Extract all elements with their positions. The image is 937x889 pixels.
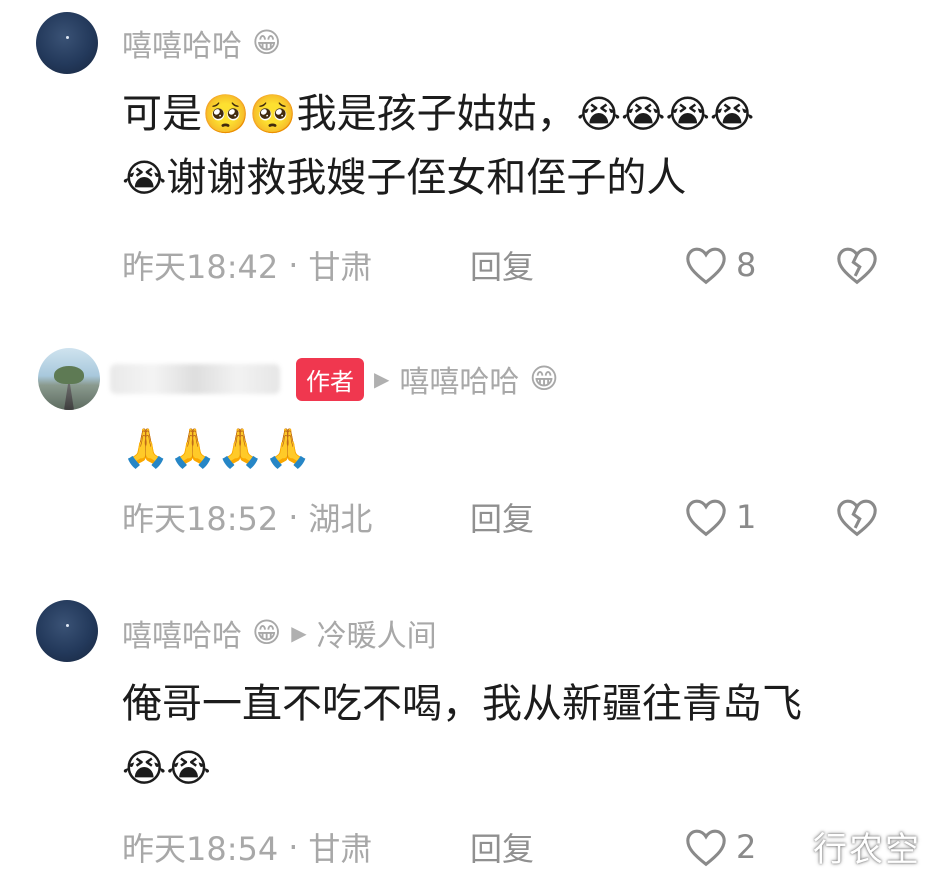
like-count: 2: [736, 828, 757, 866]
separator: ·: [288, 498, 299, 536]
timestamp: 昨天18:54: [122, 830, 279, 868]
separator: ·: [288, 828, 299, 866]
comment-text: 可是🥺🥺我是孩子姑姑，😭😭😭😭 😭谢谢救我嫂子侄女和侄子的人: [122, 91, 755, 201]
broken-heart-icon: [837, 247, 877, 285]
separator: ·: [288, 246, 299, 284]
location: 甘肃: [308, 830, 373, 868]
heart-outline-icon: [686, 829, 726, 867]
comment-2: 作者 ▶ 嘻嘻哈哈 😁 🙏🙏🙏🙏 昨天18:52 · 湖北 回复 1: [0, 330, 937, 560]
comment-text: 俺哥一直不吃不喝，我从新疆往青岛飞 😭😭: [122, 681, 802, 790]
comment-3: 嘻嘻哈哈 😁 ▶ 冷暖人间 俺哥一直不吃不喝，我从新疆往青岛飞 😭😭 昨天18:5…: [0, 590, 937, 889]
comment-meta: 昨天18:42 · 甘肃 回复 8: [122, 240, 937, 290]
grin-emoji: 😁: [252, 26, 282, 59]
crying-emoji: 😭😭😭😭: [576, 92, 755, 136]
crying-emoji: 😭: [122, 156, 167, 200]
comment-header: 作者 ▶ 嘻嘻哈哈 😁: [110, 354, 559, 404]
praying-hands-emoji: 🙏🙏🙏🙏: [122, 426, 312, 470]
like-button[interactable]: 1: [684, 497, 756, 537]
heart-outline-icon: [686, 499, 726, 537]
comment-1: 嘻嘻哈哈 😁 可是🥺🥺我是孩子姑姑，😭😭😭😭 😭谢谢救我嫂子侄女和侄子的人 昨天1…: [0, 0, 937, 300]
grin-emoji: 😁: [252, 616, 282, 649]
comment-header: 嘻嘻哈哈 😁 ▶ 冷暖人间: [122, 608, 437, 658]
pleading-emoji: 🥺🥺: [202, 92, 297, 136]
location: 甘肃: [308, 248, 373, 286]
username-blurred[interactable]: [110, 364, 280, 394]
reply-button[interactable]: 回复: [470, 242, 534, 288]
avatar[interactable]: [36, 12, 98, 74]
reply-arrow-icon: ▶: [374, 367, 390, 391]
dislike-button[interactable]: [834, 497, 880, 537]
grin-emoji: 😁: [529, 362, 559, 395]
username[interactable]: 嘻嘻哈哈: [122, 21, 242, 65]
location: 湖北: [308, 500, 373, 538]
dislike-button[interactable]: [834, 245, 880, 285]
timestamp: 昨天18:52: [122, 500, 279, 538]
broken-heart-icon: [837, 499, 877, 537]
comment-meta: 昨天18:52 · 湖北 回复 1: [122, 492, 937, 542]
avatar[interactable]: [36, 600, 98, 662]
username[interactable]: 嘻嘻哈哈: [122, 611, 242, 655]
crying-emoji: 😭😭: [122, 746, 211, 790]
comment-header: 嘻嘻哈哈 😁: [122, 18, 281, 68]
reply-button[interactable]: 回复: [470, 494, 534, 540]
timestamp: 昨天18:42: [122, 248, 279, 286]
reply-to-username[interactable]: 嘻嘻哈哈: [399, 357, 519, 401]
author-badge: 作者: [296, 357, 364, 401]
heart-outline-icon: [686, 247, 726, 285]
reply-to-username[interactable]: 冷暖人间: [317, 611, 437, 655]
avatar[interactable]: [38, 348, 100, 410]
comment-text: 🙏🙏🙏🙏: [122, 416, 892, 480]
reply-button[interactable]: 回复: [470, 824, 534, 870]
like-button[interactable]: 2: [684, 827, 756, 867]
like-count: 1: [736, 498, 757, 536]
like-count: 8: [736, 246, 757, 284]
reply-arrow-icon: ▶: [291, 621, 307, 645]
like-button[interactable]: 8: [684, 245, 756, 285]
watermark: 行农空: [813, 830, 921, 870]
